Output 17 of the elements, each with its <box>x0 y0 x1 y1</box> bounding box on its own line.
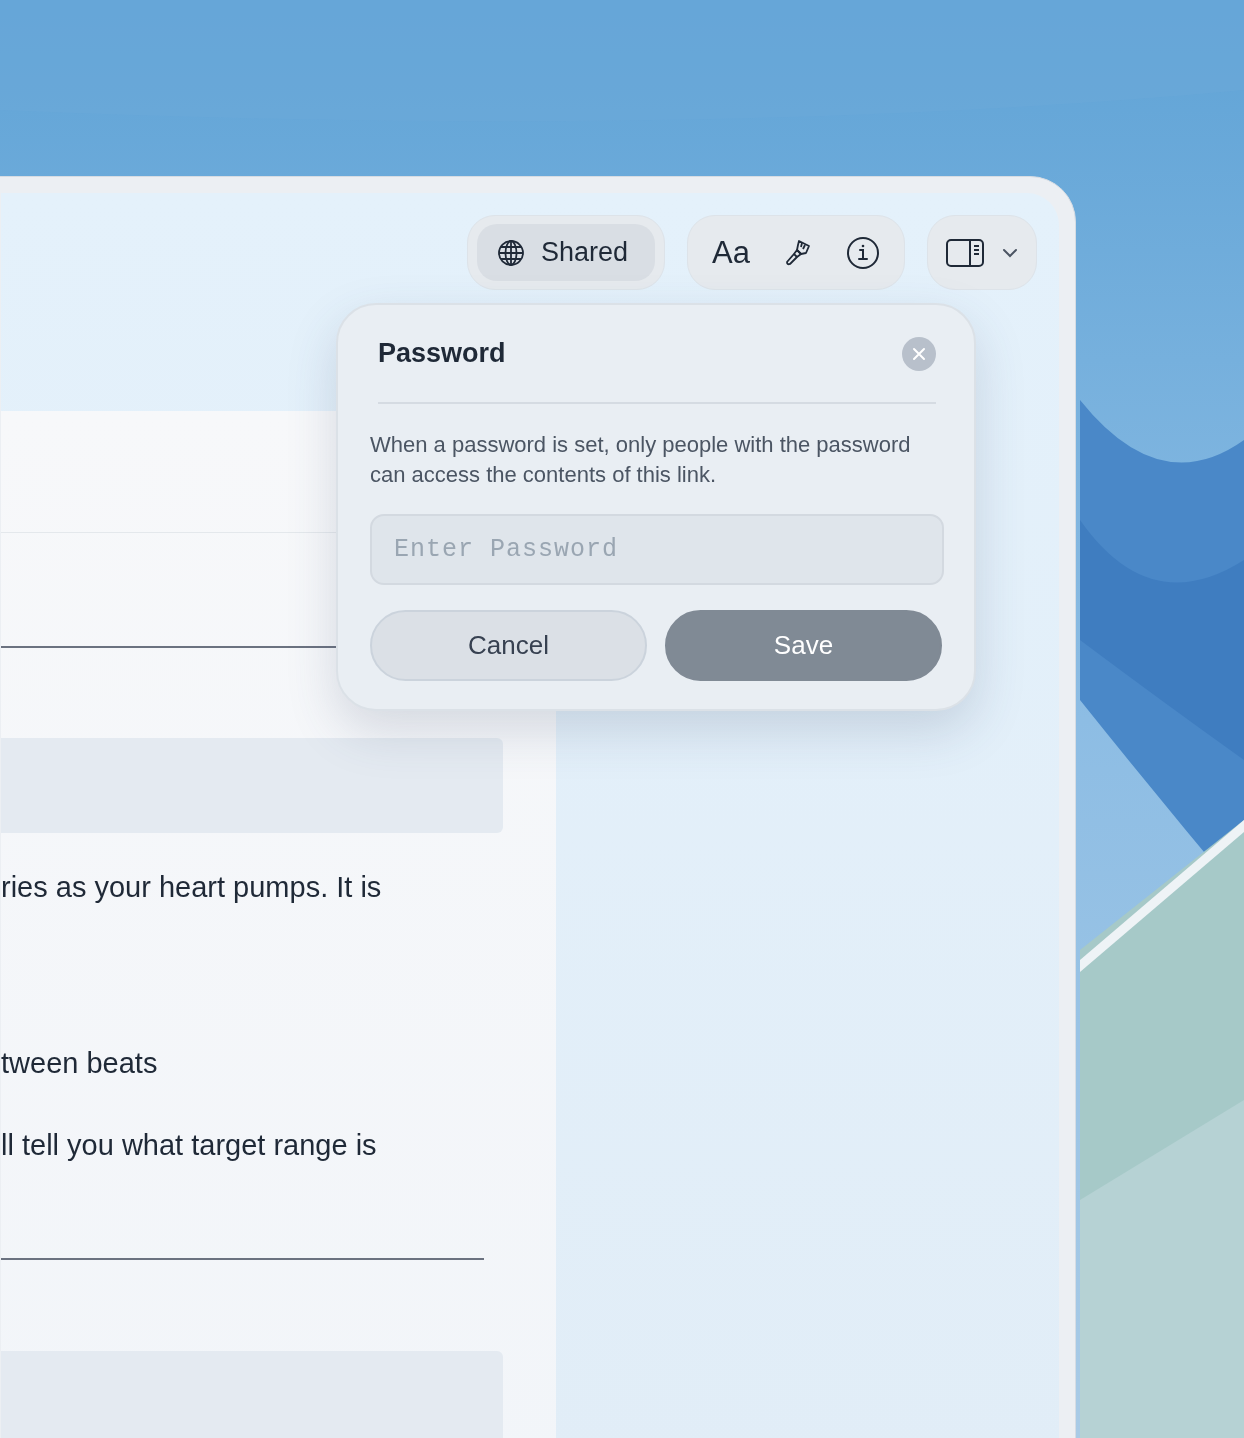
body-text: ll tell you what target range is <box>1 1128 378 1163</box>
body-text: tween beats <box>1 1046 159 1081</box>
info-button[interactable] <box>845 235 880 270</box>
popover-title: Password <box>378 338 506 369</box>
close-icon <box>912 346 926 361</box>
format-button[interactable]: Aa <box>712 234 750 271</box>
shared-button[interactable]: Shared <box>477 224 655 281</box>
cancel-button[interactable]: Cancel <box>370 610 647 681</box>
chevron-down-icon <box>1002 247 1018 258</box>
info-icon <box>845 235 880 270</box>
sidebar-icon <box>946 238 984 267</box>
description-text: When a password is set, only people with the password can access the contents of this link. <box>370 431 912 489</box>
password-field[interactable]: Enter Password <box>370 514 944 585</box>
globe-icon <box>497 238 525 267</box>
body-text: ries as your heart pumps. It is <box>1 870 383 905</box>
sidebar-menu-button[interactable] <box>927 215 1037 290</box>
save-button[interactable]: Save <box>665 610 942 681</box>
